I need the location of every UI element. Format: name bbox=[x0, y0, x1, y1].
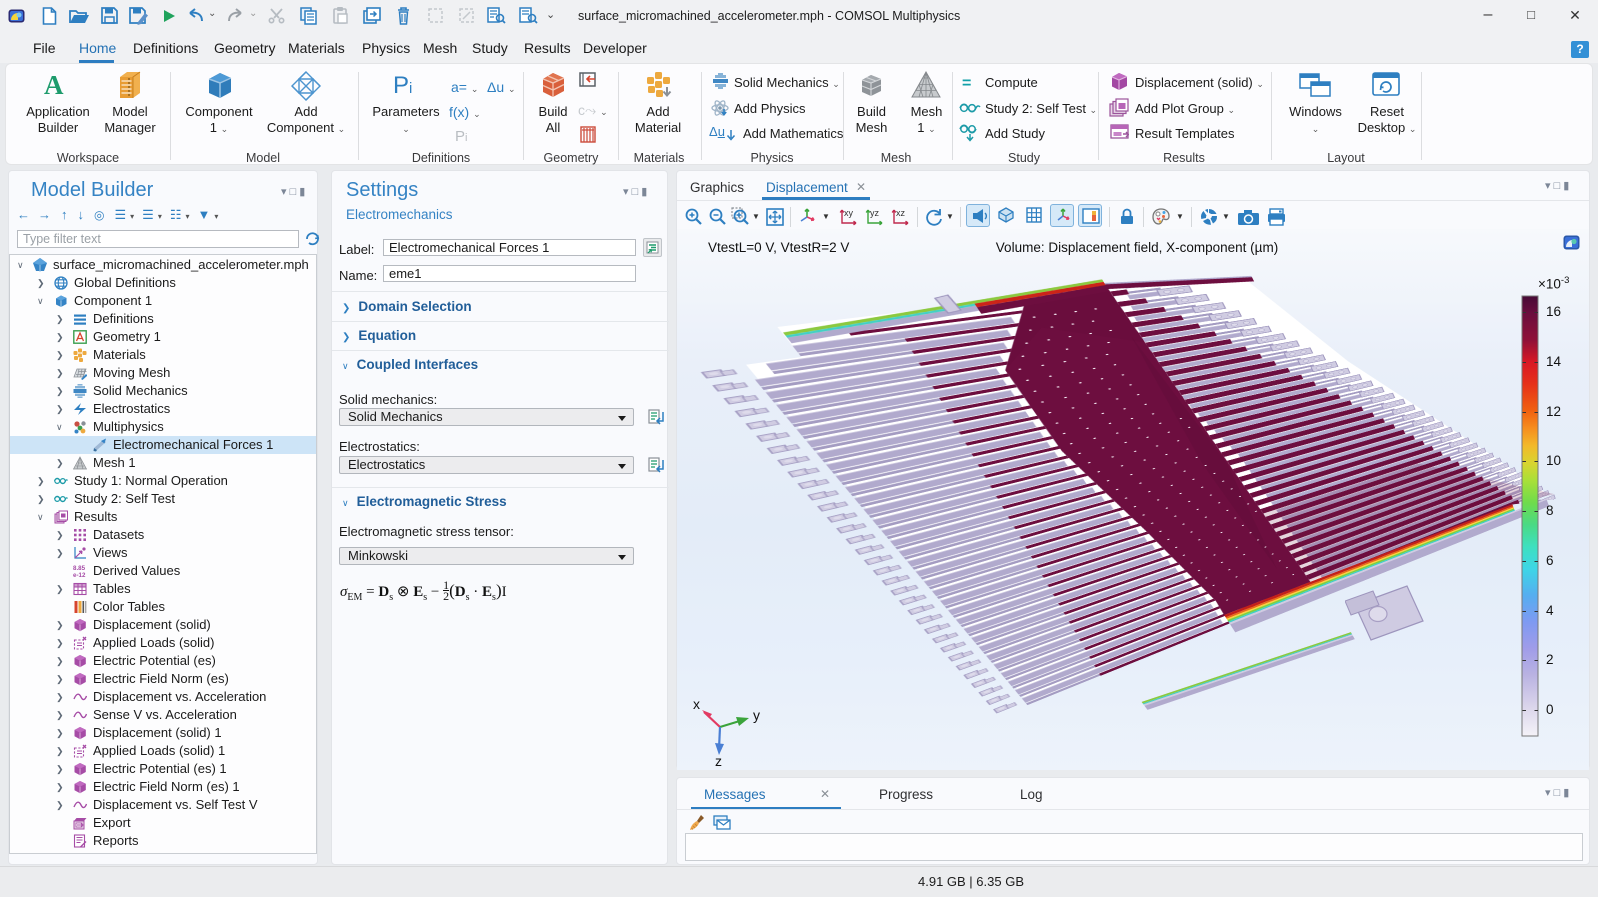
svg-text:x: x bbox=[693, 696, 700, 712]
svg-text:xz: xz bbox=[896, 208, 906, 218]
svg-text:e-12: e-12 bbox=[73, 572, 86, 578]
svg-text:8.85: 8.85 bbox=[73, 565, 86, 572]
svg-text:yz: yz bbox=[870, 208, 880, 218]
svg-text:y: y bbox=[753, 707, 760, 723]
svg-text:z: z bbox=[715, 753, 722, 767]
svg-text:xy: xy bbox=[844, 208, 854, 218]
